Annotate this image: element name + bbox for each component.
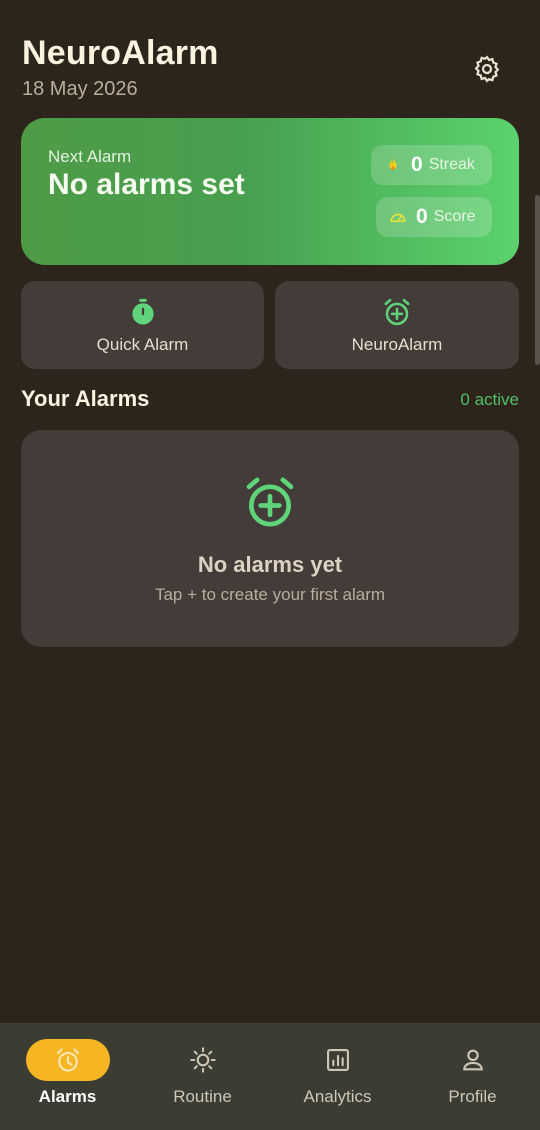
nav-item-analytics[interactable]: Analytics	[270, 1023, 405, 1130]
empty-alarms-card: No alarms yet Tap + to create your first…	[21, 430, 519, 647]
neuroalarm-button[interactable]: NeuroAlarm	[275, 281, 519, 369]
scrollbar[interactable]	[535, 195, 540, 365]
nav-label-routine: Routine	[173, 1087, 232, 1106]
alarm-icon	[56, 1048, 79, 1072]
settings-button[interactable]	[470, 52, 504, 86]
score-badge: 0 Score	[376, 197, 492, 237]
nav-item-alarms[interactable]: Alarms	[0, 1023, 135, 1130]
streak-value: 0	[411, 153, 423, 176]
gauge-icon	[388, 207, 408, 227]
app-title: NeuroAlarm	[22, 34, 219, 72]
quick-alarm-button[interactable]: Quick Alarm	[21, 281, 264, 369]
nav-label-alarms: Alarms	[38, 1087, 97, 1106]
quick-alarm-label: Quick Alarm	[96, 335, 189, 354]
your-alarms-heading: Your Alarms	[21, 386, 150, 411]
next-alarm-value: No alarms set	[48, 168, 245, 201]
nav-item-routine[interactable]: Routine	[135, 1023, 270, 1130]
empty-state-title: No alarms yet	[197, 552, 343, 577]
alarm-add-icon	[384, 298, 410, 326]
next-alarm-card[interactable]: Next Alarm No alarms set 0 Streak 0 Scor…	[21, 118, 519, 265]
flame-icon	[383, 155, 403, 175]
streak-badge: 0 Streak	[371, 145, 492, 185]
next-alarm-label: Next Alarm	[48, 147, 132, 166]
alarm-add-icon	[246, 477, 294, 527]
nav-label-analytics: Analytics	[303, 1087, 372, 1106]
score-label: Score	[433, 208, 476, 225]
nav-label-profile: Profile	[448, 1087, 497, 1106]
timer-icon	[131, 298, 154, 325]
current-date: 18 May 2026	[22, 78, 138, 100]
streak-label: Streak	[428, 156, 475, 173]
bottom-nav: Alarms Routine Analytics Profile	[0, 1023, 540, 1130]
person-icon	[462, 1049, 483, 1071]
score-value: 0	[416, 205, 428, 228]
nav-item-profile[interactable]: Profile	[405, 1023, 540, 1130]
neuroalarm-label: NeuroAlarm	[351, 335, 443, 354]
gear-icon	[474, 55, 500, 83]
active-count: 0 active	[460, 390, 519, 409]
empty-state-subtitle: Tap + to create your first alarm	[154, 585, 386, 604]
bar-chart-icon	[326, 1049, 349, 1071]
sun-icon	[189, 1047, 216, 1073]
